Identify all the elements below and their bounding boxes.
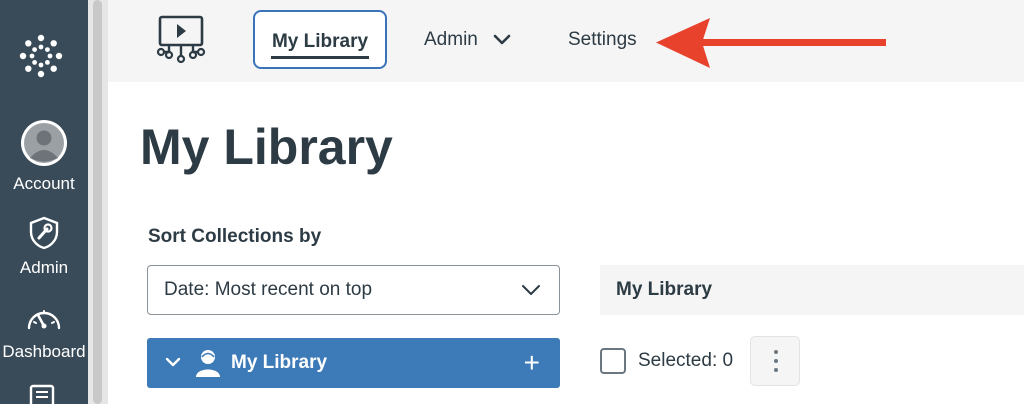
sort-collections-select[interactable]: Date: Most recent on top [147,265,560,315]
collection-item-my-library[interactable]: My Library + [147,338,560,388]
scrollbar-thumb[interactable] [93,0,102,404]
global-nav: Account Admin Dashboard [0,0,88,404]
kebab-dot [774,368,778,372]
annotation-arrow-icon [656,18,886,68]
app-topbar: My Library Admin Settings [108,0,1024,82]
more-options-button[interactable] [750,336,800,386]
nav-item-admin[interactable]: Admin [0,216,88,278]
tab-my-library[interactable]: My Library [253,10,387,69]
video-network-icon [156,15,206,64]
collection-panel-header: My Library [600,265,1024,315]
collection-label: My Library [231,352,328,373]
sort-selected-value: Date: Most recent on top [164,279,373,300]
kebab-dot [774,359,778,363]
tab-label: Admin [424,29,478,50]
canvas-logo-icon[interactable] [17,32,65,80]
add-collection-button[interactable]: + [524,338,540,388]
nav-item-label: Admin [19,258,69,277]
user-icon [196,350,220,377]
nav-item-label: Dashboard [2,342,86,361]
nav-item-account[interactable]: Account [0,118,88,194]
avatar-icon [21,120,67,166]
scrollbar[interactable] [88,0,108,404]
select-all-checkbox[interactable] [600,348,626,374]
courses-icon[interactable] [28,384,56,404]
active-tab-indicator [271,56,369,59]
tab-settings[interactable]: Settings [568,10,637,69]
nav-item-dashboard[interactable]: Dashboard [0,302,88,362]
sort-label: Sort Collections by [148,226,322,247]
tab-label: My Library [271,31,369,52]
tab-label: Settings [568,29,637,50]
page-title: My Library [140,119,393,175]
shield-wrench-icon [29,216,59,250]
kebab-dot [774,350,778,354]
chevron-down-icon [493,34,511,45]
nav-item-label: Account [13,174,75,193]
chevron-down-icon [522,285,540,295]
speedometer-icon [27,310,61,330]
chevron-down-icon[interactable] [165,356,181,368]
tab-admin[interactable]: Admin [424,10,511,69]
selected-count: Selected: 0 [638,350,734,371]
